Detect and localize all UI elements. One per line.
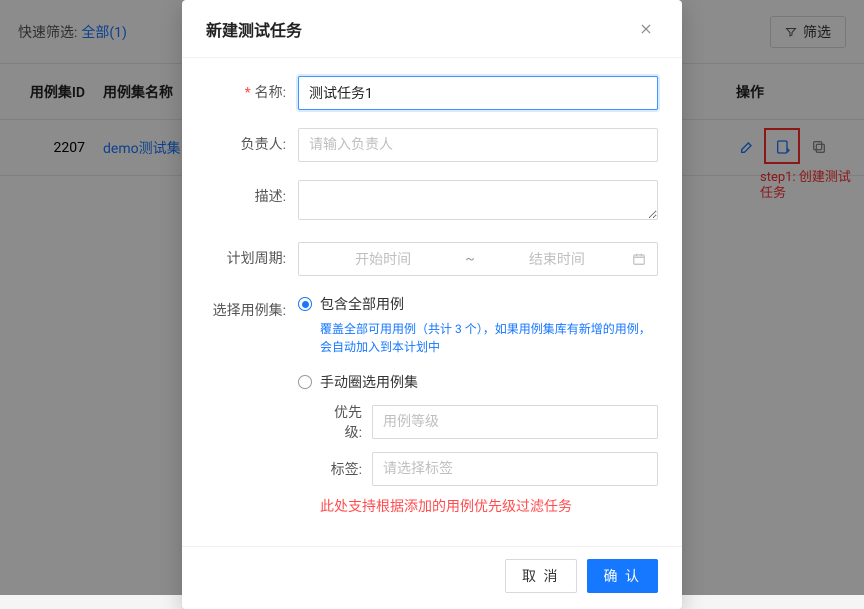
priority-note: 此处支持根据添加的用例优先级过滤任务 bbox=[320, 496, 658, 516]
radio-all-icon bbox=[298, 297, 312, 311]
radio-manual-option[interactable]: 手动圈选用例集 bbox=[298, 372, 658, 392]
row-period: 计划周期: 开始时间 ~ 结束时间 bbox=[206, 242, 658, 276]
period-range-picker[interactable]: 开始时间 ~ 结束时间 bbox=[298, 242, 658, 276]
required-asterisk: * bbox=[245, 85, 251, 101]
row-case-set: 选择用例集: 包含全部用例 覆盖全部可用用例（共计 3 个），如果用例集库有新增… bbox=[206, 294, 658, 520]
tilde-separator: ~ bbox=[465, 251, 475, 267]
label-case-set: 选择用例集: bbox=[213, 303, 286, 319]
label-period: 计划周期: bbox=[227, 251, 286, 267]
radio-all-desc: 覆盖全部可用用例（共计 3 个），如果用例集库有新增的用例，会自动加入到本计划中 bbox=[320, 320, 658, 356]
priority-select[interactable] bbox=[372, 405, 658, 439]
row-desc: 描述: bbox=[206, 180, 658, 224]
period-end-placeholder: 结束时间 bbox=[483, 249, 631, 269]
row-owner: 负责人: bbox=[206, 128, 658, 162]
radio-all-label: 包含全部用例 bbox=[320, 294, 404, 314]
label-desc: 描述: bbox=[255, 189, 286, 205]
case-set-radio-group: 包含全部用例 覆盖全部可用用例（共计 3 个），如果用例集库有新增的用例，会自动… bbox=[298, 294, 658, 516]
tags-select[interactable] bbox=[372, 452, 658, 486]
modal-footer: 取 消 确 认 bbox=[182, 546, 682, 609]
radio-manual-icon bbox=[298, 375, 312, 389]
row-tags: 标签: bbox=[320, 452, 658, 486]
modal-title: 新建测试任务 bbox=[206, 17, 302, 41]
modal: 新建测试任务 *名称: 负责人: 描述: 计划周期: bbox=[182, 0, 682, 609]
cancel-button[interactable]: 取 消 bbox=[505, 559, 576, 593]
radio-manual-label: 手动圈选用例集 bbox=[320, 372, 418, 392]
label-name: 名称: bbox=[255, 85, 286, 101]
label-owner: 负责人: bbox=[241, 137, 286, 153]
close-icon[interactable] bbox=[634, 17, 658, 41]
modal-body: *名称: 负责人: 描述: 计划周期: 开始时间 ~ 结束时间 bbox=[182, 58, 682, 546]
row-name: *名称: bbox=[206, 76, 658, 110]
label-priority: 优先级: bbox=[320, 402, 372, 442]
owner-input[interactable] bbox=[298, 128, 658, 162]
radio-all-option[interactable]: 包含全部用例 bbox=[298, 294, 658, 314]
ok-button[interactable]: 确 认 bbox=[587, 559, 658, 593]
label-tags: 标签: bbox=[320, 459, 372, 479]
desc-textarea[interactable] bbox=[298, 180, 658, 220]
row-priority: 优先级: bbox=[320, 402, 658, 442]
name-input[interactable] bbox=[298, 76, 658, 110]
period-start-placeholder: 开始时间 bbox=[309, 249, 457, 269]
modal-header: 新建测试任务 bbox=[182, 0, 682, 58]
calendar-icon bbox=[631, 251, 647, 267]
